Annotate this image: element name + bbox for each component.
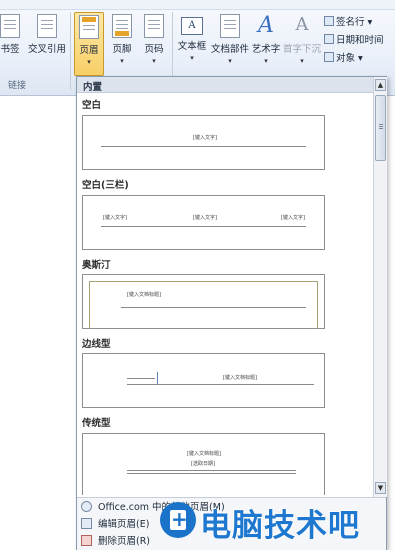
footer-icon xyxy=(112,14,132,38)
calendar-icon xyxy=(324,34,334,44)
scroll-thumb[interactable] xyxy=(375,95,386,161)
text-box-button[interactable]: A 文本框 ▾ xyxy=(174,14,210,72)
menu-item-label: 删除页眉(R) xyxy=(98,536,151,547)
page-number-label: 页码 xyxy=(144,44,164,55)
ribbon-top-strip xyxy=(0,0,395,10)
header-rule xyxy=(101,226,306,227)
header-style-traditional[interactable]: [键入文档标题] [选取日期] xyxy=(82,433,325,495)
text-box-dropdown-arrow: ▾ xyxy=(190,54,194,62)
header-rule xyxy=(121,307,306,308)
edit-header-icon xyxy=(81,518,92,529)
watermark-logo-icon xyxy=(160,502,196,538)
placeholder-text: [键入文档标题] xyxy=(223,375,257,381)
placeholder-text: [键入文档标题] xyxy=(127,292,161,298)
bookmark-label: 书签 xyxy=(0,44,20,55)
object-label: 对象 xyxy=(336,53,356,64)
object-button[interactable]: 对象 ▾ xyxy=(324,50,363,64)
wordart-label: 艺术字 xyxy=(251,44,281,55)
page-number-icon xyxy=(144,14,164,38)
drop-cap-icon: A xyxy=(295,14,309,35)
section-title-traditional: 传统型 xyxy=(82,418,111,429)
menu-item-label: 编辑页眉(E) xyxy=(98,519,150,530)
ribbon-separator xyxy=(70,12,71,90)
header-dropdown-arrow: ▾ xyxy=(87,58,91,66)
header-rule xyxy=(101,146,306,147)
drop-cap-label: 首字下沉 xyxy=(282,44,321,55)
watermark-text: 电脑技术吧 xyxy=(200,508,360,544)
quick-parts-button[interactable]: 文档部件 ▾ xyxy=(210,14,250,72)
header-rule-double xyxy=(127,473,296,474)
wordart-dropdown-arrow: ▾ xyxy=(264,57,268,65)
cross-reference-button[interactable]: 交叉引用 xyxy=(26,14,68,72)
sideline-divider xyxy=(157,372,158,384)
document-area xyxy=(0,96,76,550)
quick-parts-dropdown-arrow: ▾ xyxy=(228,57,232,65)
cross-reference-icon xyxy=(37,14,57,38)
footer-button[interactable]: 页脚 ▾ xyxy=(108,14,136,72)
bookmark-button[interactable]: 书签 xyxy=(0,14,24,72)
remove-header-icon xyxy=(81,535,92,546)
header-style-austin[interactable]: [键入文档标题] xyxy=(82,274,325,329)
header-button[interactable]: 页眉 ▾ xyxy=(74,12,104,76)
header-style-blank[interactable]: [键入文字] xyxy=(82,115,325,170)
header-style-blank-three-column[interactable]: [键入文字] [键入文字] [键入文字] xyxy=(82,195,325,250)
object-dropdown-arrow: ▾ xyxy=(358,53,363,64)
drop-cap-button[interactable]: A 首字下沉 ▾ xyxy=(282,14,322,72)
page-number-dropdown-arrow: ▾ xyxy=(152,57,156,65)
watermark: 电脑技术吧 xyxy=(160,498,392,544)
placeholder-text-center: [键入文字] xyxy=(193,215,217,221)
section-title-austin: 奥斯汀 xyxy=(82,260,111,271)
signature-line-button[interactable]: 签名行 ▾ xyxy=(324,14,372,28)
sideline-rule-left xyxy=(127,378,155,379)
placeholder-date: [选取日期] xyxy=(191,461,215,467)
scroll-up-button[interactable]: ▲ xyxy=(375,79,386,91)
page-number-button[interactable]: 页码 ▾ xyxy=(140,14,168,72)
header-rule xyxy=(127,470,296,471)
date-time-button[interactable]: 日期和时间 xyxy=(324,32,384,46)
section-title-blank: 空白 xyxy=(82,100,102,111)
bookmark-icon xyxy=(0,14,20,38)
austin-frame xyxy=(89,281,318,329)
cross-reference-label: 交叉引用 xyxy=(27,44,66,55)
placeholder-text-right: [键入文字] xyxy=(281,215,305,221)
footer-dropdown-arrow: ▾ xyxy=(120,57,124,65)
gallery-scrollbar[interactable]: ▲ ▼ xyxy=(373,77,387,497)
text-box-label: 文本框 xyxy=(177,41,207,52)
header-rule xyxy=(127,384,314,385)
date-time-label: 日期和时间 xyxy=(336,35,384,46)
signature-line-icon xyxy=(324,16,334,26)
drop-cap-dropdown-arrow: ▾ xyxy=(300,57,304,65)
wordart-button[interactable]: A 艺术字 ▾ xyxy=(250,14,282,72)
placeholder-text: [键入文字] xyxy=(193,135,217,141)
header-style-sideline[interactable]: [键入文档标题] xyxy=(82,353,325,408)
office-globe-icon xyxy=(81,501,92,512)
grip-icon xyxy=(379,124,383,125)
header-label: 页眉 xyxy=(79,45,99,56)
links-group-label: 链接 xyxy=(8,81,27,91)
scroll-down-button[interactable]: ▼ xyxy=(375,482,386,494)
header-icon xyxy=(79,15,99,39)
wordart-icon: A xyxy=(258,13,274,38)
signature-line-dropdown-arrow: ▾ xyxy=(367,17,373,28)
quick-parts-label: 文档部件 xyxy=(210,44,249,55)
header-gallery: 内置 空白 [键入文字] 空白(三栏) [键入文字] [键入文字] [键入文字]… xyxy=(76,76,387,550)
placeholder-text-left: [键入文字] xyxy=(103,215,127,221)
gallery-header-builtin: 内置 xyxy=(77,77,373,93)
text-box-icon: A xyxy=(181,17,203,35)
footer-label: 页脚 xyxy=(112,44,132,55)
placeholder-title: [键入文档标题] xyxy=(187,451,221,457)
signature-line-label: 签名行 xyxy=(336,17,365,28)
section-title-blank-three-column: 空白(三栏) xyxy=(82,180,129,191)
section-title-sideline: 边线型 xyxy=(82,339,111,350)
object-icon xyxy=(324,52,334,62)
quick-parts-icon xyxy=(220,14,240,38)
